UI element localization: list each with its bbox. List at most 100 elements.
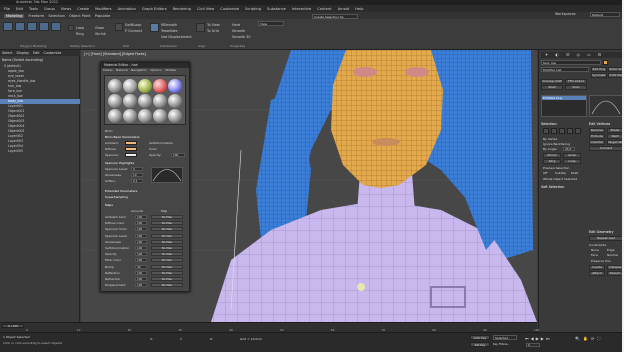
stack-item-editable-poly[interactable]: Editable Poly <box>542 96 586 100</box>
create-selection-dropdown[interactable]: Create Selection Se <box>312 14 358 19</box>
map-row-label[interactable]: Opacity <box>105 252 117 256</box>
menu-item[interactable]: Views <box>61 7 71 11</box>
diffuse-swatch[interactable] <box>125 147 137 151</box>
extrude-button[interactable]: Extrude <box>589 134 605 139</box>
sample-slot[interactable] <box>108 109 122 123</box>
border-icon[interactable] <box>39 22 49 31</box>
map-row-label[interactable]: Diffuse Color <box>105 221 124 225</box>
timeline[interactable]: 0 / 100 0 10 20 30 40 50 60 70 80 90 100 <box>0 322 539 332</box>
edit-vertices-rollout[interactable]: Edit Vertices <box>589 122 610 126</box>
border-mode-icon[interactable] <box>559 128 565 134</box>
modifier-shortcut-button[interactable]: FFD 2x2x2 <box>565 79 587 84</box>
map-row-amount[interactable]: 100 <box>135 221 147 226</box>
selection-rollout-title[interactable]: Selection <box>541 122 557 126</box>
menu-item[interactable]: Help <box>355 7 363 11</box>
ring-button[interactable]: Ring <box>543 159 561 164</box>
ribbon-tab[interactable]: Object Paint <box>69 14 91 18</box>
map-row-amount[interactable]: 100 <box>135 215 147 219</box>
map-row-label[interactable]: Filter Color <box>105 258 121 262</box>
swiftloop-icon[interactable] <box>115 23 123 31</box>
opacity-value[interactable]: 100 <box>171 153 185 157</box>
ignore-backfacing-checkbox[interactable]: Ignore Backfacing <box>543 142 570 146</box>
menu-item[interactable]: Customize <box>220 7 239 11</box>
next-frame-icon[interactable]: ▶ <box>541 336 544 341</box>
object-name-field[interactable]: face_low <box>541 60 601 65</box>
auto-key-button[interactable]: Auto Key <box>470 335 490 340</box>
previous-frame-icon[interactable]: ◀ <box>531 336 534 341</box>
menu-item[interactable]: Graph Editors <box>142 7 167 11</box>
menu-item[interactable]: Create <box>77 7 89 11</box>
weld-button[interactable]: Weld <box>607 134 623 139</box>
sample-slot[interactable] <box>123 109 137 123</box>
explorer-tab[interactable]: Edit <box>33 51 40 55</box>
vertex-mode-icon[interactable] <box>543 128 549 134</box>
sample-slot[interactable] <box>168 79 182 93</box>
set-key-button[interactable]: Set Key <box>470 342 490 347</box>
break-button[interactable]: Break <box>607 128 623 133</box>
map-row-button[interactable]: No Map <box>151 215 183 219</box>
smooth-30-label[interactable]: Smooth 30 <box>232 35 250 39</box>
menu-item[interactable]: Modifiers <box>95 7 111 11</box>
create-button[interactable]: Create <box>589 265 605 270</box>
map-row-button[interactable]: No Map <box>151 258 183 263</box>
map-row-button[interactable]: No Map <box>151 246 183 250</box>
remove-button[interactable]: Remove <box>589 128 605 133</box>
maps-title[interactable]: Maps <box>105 203 113 207</box>
attach-button[interactable]: Attach <box>589 271 605 276</box>
by-vertex-checkbox[interactable]: By Vertex <box>543 137 557 141</box>
map-row-button[interactable]: No Map <box>151 227 183 232</box>
sample-slot[interactable] <box>138 94 152 108</box>
sample-slot[interactable] <box>168 94 182 108</box>
hierarchy-tab-icon[interactable]: ☰ <box>566 52 570 58</box>
to-grid-label[interactable]: To Grid <box>207 29 219 33</box>
explorer-tab[interactable]: Display <box>16 51 29 55</box>
menu-item[interactable]: Substance <box>267 7 286 11</box>
map-row-button[interactable]: No Map <box>151 221 183 226</box>
ribbon-tab[interactable]: Populate <box>95 14 111 18</box>
map-row-label[interactable]: Displacement <box>105 283 126 287</box>
map-row-amount[interactable]: 100 <box>135 239 147 244</box>
display-tab-icon[interactable]: ▭ <box>587 52 591 58</box>
map-row-label[interactable]: Reflection <box>105 271 120 275</box>
make-planar-icon[interactable] <box>196 23 205 32</box>
detach-button[interactable]: Detach <box>607 271 623 276</box>
map-row-amount[interactable]: 100 <box>135 227 147 232</box>
sample-slot[interactable] <box>138 109 152 123</box>
loop-button[interactable]: Loop <box>563 159 581 164</box>
edge-mode-icon[interactable] <box>551 128 557 134</box>
polygon-icon[interactable] <box>51 22 61 31</box>
grow-button[interactable]: Grow <box>563 153 581 158</box>
map-row-label[interactable]: Specular Color <box>105 227 127 231</box>
map-row-amount[interactable]: 100 <box>135 252 147 257</box>
key-filters-button[interactable]: Key Filters... <box>493 342 510 346</box>
map-row-button[interactable]: No Map <box>151 270 183 275</box>
sample-slot[interactable] <box>153 94 167 108</box>
map-row-label[interactable]: Self-Illumination <box>105 246 129 250</box>
material-menu-item[interactable]: Material <box>116 68 128 73</box>
menu-item[interactable]: Edit <box>16 7 23 11</box>
sample-slot[interactable] <box>153 79 167 93</box>
zoom-icon[interactable]: 🔍 <box>575 336 580 341</box>
modifier-shortcut-button[interactable]: Edit Poly <box>591 67 607 72</box>
shrink-button[interactable]: Shrink <box>543 153 561 158</box>
view-dropdown[interactable]: View <box>258 21 284 26</box>
object-color-swatch[interactable] <box>603 60 608 65</box>
sample-slot[interactable] <box>108 79 122 93</box>
collapse-button[interactable]: Collapse <box>607 265 623 270</box>
target-weld-button[interactable]: Target Weld <box>607 140 623 145</box>
soften-value[interactable]: 0.1 <box>131 179 143 183</box>
modifier-shortcut-button[interactable]: Push <box>565 85 587 90</box>
menu-item[interactable]: Rendering <box>173 7 191 11</box>
sample-slot[interactable] <box>123 79 137 93</box>
shrink-label[interactable]: Shrink <box>95 32 106 36</box>
soft-selection-rollout[interactable]: Soft Selection <box>541 185 564 189</box>
material-menu-item[interactable]: Utilities <box>165 68 176 73</box>
chamfer-button[interactable]: Chamfer <box>589 140 605 145</box>
play-icon[interactable]: ▶ <box>536 336 539 341</box>
constraint-face-radio[interactable]: Face <box>591 253 598 257</box>
grow-label[interactable]: Grow <box>95 26 104 30</box>
swiftloop-label[interactable]: SwiftLoop <box>125 23 141 27</box>
map-row-amount[interactable]: 100 <box>135 277 147 281</box>
hard-label[interactable]: Hard <box>232 23 240 27</box>
map-row-button[interactable]: No Map <box>151 233 183 238</box>
